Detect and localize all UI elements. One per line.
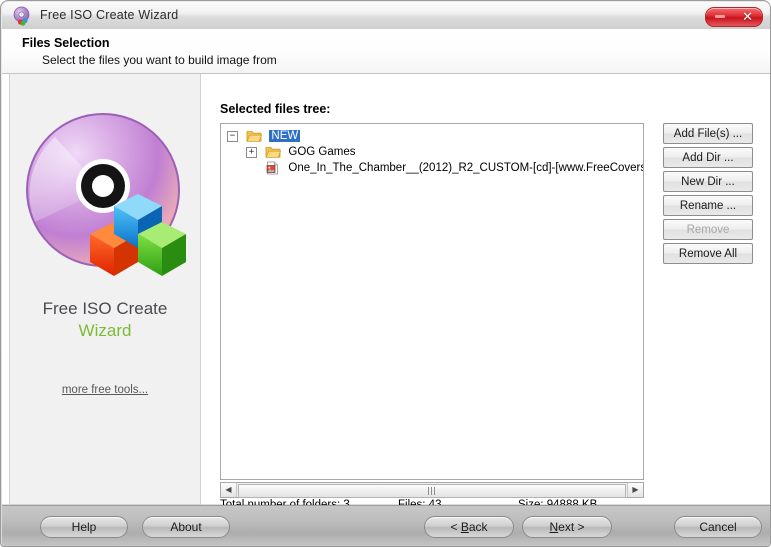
close-icon[interactable]: ✕	[742, 8, 753, 25]
tree-item-label[interactable]: GOG Games	[288, 146, 355, 158]
cancel-button[interactable]: Cancel	[674, 516, 762, 538]
window-title: Free ISO Create Wizard	[40, 8, 179, 22]
title-bar: Free ISO Create Wizard ✕	[2, 2, 770, 30]
wizard-body: Free ISO Create Wizard more free tools..…	[2, 74, 770, 532]
scrollbar-grip-icon	[428, 487, 437, 495]
back-rest: ack	[468, 520, 488, 534]
tree-row[interactable]: + GOG Games	[221, 144, 643, 160]
back-prefix: <	[450, 520, 461, 534]
add-files-button[interactable]: Add File(s) ...	[663, 123, 753, 144]
image-file-icon	[265, 161, 281, 175]
next-button[interactable]: Next >	[522, 516, 612, 538]
window-controls[interactable]: ✕	[705, 7, 763, 27]
about-button[interactable]: About	[142, 516, 230, 538]
collapse-expander-icon[interactable]: −	[227, 130, 238, 142]
tree-action-buttons: Add File(s) ... Add Dir ... New Dir ... …	[663, 123, 753, 267]
remove-all-button[interactable]: Remove All	[663, 243, 753, 264]
wizard-footer: Help About < Back Next > Cancel	[2, 505, 770, 546]
arrow-right-icon[interactable]: ▶	[627, 483, 643, 497]
scrollbar-thumb[interactable]	[238, 484, 626, 498]
folder-open-icon	[246, 129, 263, 143]
tree-row[interactable]: One_In_The_Chamber__(2012)_R2_CUSTOM-[cd…	[221, 160, 643, 176]
help-button[interactable]: Help	[40, 516, 128, 538]
remove-button: Remove	[663, 219, 753, 240]
brand-name-line2: Wizard	[78, 321, 132, 340]
page-title: Files Selection	[22, 36, 110, 50]
cd-disc-icon	[12, 6, 32, 26]
wizard-header: Files Selection Select the files you wan…	[2, 29, 770, 74]
cd-disc-with-cubes-logo	[10, 102, 200, 312]
brand-name-line1: Free ISO Create	[42, 299, 168, 318]
new-dir-button[interactable]: New Dir ...	[663, 171, 753, 192]
back-button[interactable]: < Back	[424, 516, 514, 538]
next-rest: ext	[558, 520, 575, 534]
folder-icon	[265, 145, 282, 159]
tree-horizontal-scrollbar[interactable]: ◀ ▶	[220, 482, 644, 498]
sidebar-panel: Free ISO Create Wizard more free tools..…	[9, 74, 201, 505]
next-suffix: >	[574, 520, 585, 534]
tree-item-label[interactable]: NEW	[269, 130, 301, 142]
tree-item-label[interactable]: One_In_The_Chamber__(2012)_R2_CUSTOM-[cd…	[288, 162, 643, 174]
more-free-tools-link[interactable]: more free tools...	[10, 384, 200, 396]
add-dir-button[interactable]: Add Dir ...	[663, 147, 753, 168]
application-window: Free ISO Create Wizard ✕ Files Selection…	[0, 0, 771, 547]
file-tree[interactable]: − NEW + GOG Games One_In_The_Chamber__(2…	[220, 123, 644, 480]
next-accelerator: N	[549, 520, 559, 534]
expand-expander-icon[interactable]: +	[246, 146, 257, 158]
tree-row[interactable]: − NEW	[221, 128, 643, 144]
back-accelerator: B	[460, 520, 469, 534]
page-subtitle: Select the files you want to build image…	[42, 53, 277, 67]
minimize-icon[interactable]	[715, 15, 725, 18]
selected-files-tree-label: Selected files tree:	[220, 102, 331, 116]
rename-button[interactable]: Rename ...	[663, 195, 753, 216]
arrow-left-icon[interactable]: ◀	[221, 483, 237, 497]
